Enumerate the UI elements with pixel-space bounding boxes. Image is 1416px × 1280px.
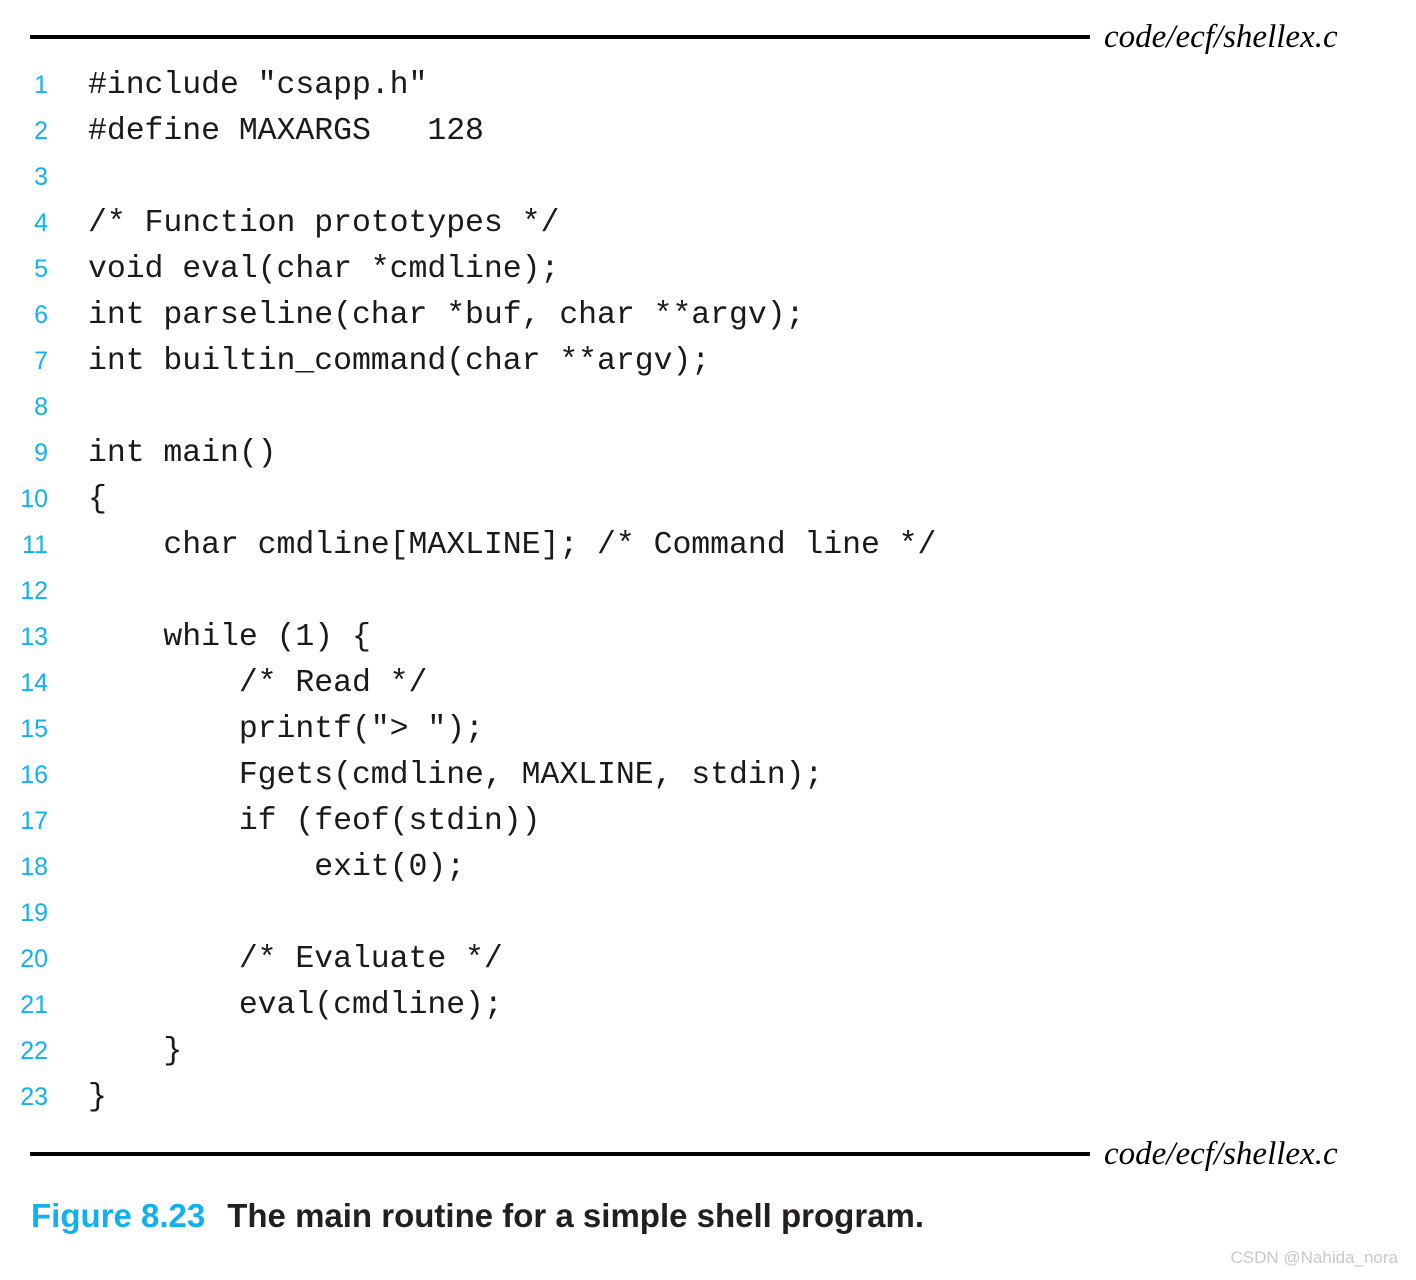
code-line-text: {: [88, 482, 107, 517]
code-line-text: /* Function prototypes */: [88, 206, 560, 241]
code-line-text: printf("> ");: [88, 712, 484, 747]
code-line-number: 12: [20, 577, 48, 605]
code-line: 15 printf("> ");: [0, 706, 1416, 752]
code-line-text: int builtin_command(char **argv);: [88, 344, 711, 379]
code-line-number: 10: [20, 485, 48, 513]
csdn-watermark: CSDN @Nahida_nora: [1230, 1248, 1398, 1267]
code-line-text: Fgets(cmdline, MAXLINE, stdin);: [88, 758, 824, 793]
code-line-number: 18: [20, 853, 48, 881]
code-line-text: #include "csapp.h": [88, 68, 428, 103]
code-line: 9 int main(): [0, 430, 1416, 476]
code-line: 12: [0, 568, 1416, 614]
code-line-number: 14: [20, 669, 48, 697]
code-line-text: }: [88, 1080, 107, 1115]
code-listing: 1 #include "csapp.h" 2 #define MAXARGS 128 3…: [0, 62, 1416, 1120]
code-line: 6 int parseline(char *buf, char **argv);: [0, 292, 1416, 338]
figure-caption: Figure 8.23 The main routine for a simpl…: [31, 1197, 924, 1235]
code-line-text: char cmdline[MAXLINE]; /* Command line *…: [88, 528, 937, 563]
code-line-text: /* Evaluate */: [88, 942, 503, 977]
footer-file-path: code/ecf/shellex.c: [1104, 1135, 1338, 1172]
code-line-number: 2: [34, 117, 48, 145]
code-line-number: 3: [34, 163, 48, 191]
code-line: 3: [0, 154, 1416, 200]
code-line: 23}: [0, 1074, 1416, 1120]
code-line: 17 if (feof(stdin)): [0, 798, 1416, 844]
code-line-number: 13: [20, 623, 48, 651]
code-line-number: 8: [34, 393, 48, 421]
footer-rule-line: [30, 1152, 1090, 1156]
code-line-text: }: [88, 1034, 183, 1069]
figure-caption-label: Figure 8.23: [31, 1197, 206, 1234]
code-line-text: exit(0);: [88, 850, 466, 885]
code-line-number: 19: [20, 899, 48, 927]
code-line-text: /* Read */: [88, 666, 428, 701]
code-line: 21 eval(cmdline);: [0, 982, 1416, 1028]
code-line: 16 Fgets(cmdline, MAXLINE, stdin);: [0, 752, 1416, 798]
code-line-number: 20: [20, 945, 48, 973]
code-line: 11 char cmdline[MAXLINE]; /* Command lin…: [0, 522, 1416, 568]
code-line: 10 {: [0, 476, 1416, 522]
code-line: 13 while (1) {: [0, 614, 1416, 660]
code-line-number: 15: [20, 715, 48, 743]
code-line: 18 exit(0);: [0, 844, 1416, 890]
code-line-number: 1: [34, 71, 48, 99]
code-line-text: if (feof(stdin)): [88, 804, 541, 839]
code-line: 19: [0, 890, 1416, 936]
code-line-text: while (1) {: [88, 620, 371, 655]
header-rule-line: [30, 35, 1090, 39]
code-line-text: #define MAXARGS 128: [88, 114, 484, 149]
code-line: 20 /* Evaluate */: [0, 936, 1416, 982]
code-line-number: 16: [20, 761, 48, 789]
code-line-number: 21: [20, 991, 48, 1019]
code-line-number: 9: [34, 439, 48, 467]
code-line-number: 5: [34, 255, 48, 283]
code-line-number: 4: [34, 209, 48, 237]
figure-footer-rule-row: code/ecf/shellex.c: [30, 1131, 1386, 1177]
code-figure: code/ecf/shellex.c 1 #include "csapp.h" 2 #…: [0, 0, 1416, 1280]
code-line: 22 }: [0, 1028, 1416, 1074]
code-line: 2 #define MAXARGS 128: [0, 108, 1416, 154]
code-line: 4 /* Function prototypes */: [0, 200, 1416, 246]
code-line-number: 22: [20, 1037, 48, 1065]
figure-caption-text: The main routine for a simple shell prog…: [227, 1197, 925, 1234]
code-line: 1 #include "csapp.h": [0, 62, 1416, 108]
code-line-number: 23: [20, 1083, 48, 1111]
code-line-text: int parseline(char *buf, char **argv);: [88, 298, 805, 333]
code-line-text: eval(cmdline);: [88, 988, 503, 1023]
code-line: 8: [0, 384, 1416, 430]
code-line-text: int main(): [88, 436, 277, 471]
code-line: 5 void eval(char *cmdline);: [0, 246, 1416, 292]
code-line: 14 /* Read */: [0, 660, 1416, 706]
figure-header-rule-row: code/ecf/shellex.c: [30, 14, 1386, 60]
code-line-number: 11: [22, 531, 48, 559]
code-line-number: 7: [34, 347, 48, 375]
code-line-text: void eval(char *cmdline);: [88, 252, 560, 287]
code-line-number: 17: [20, 807, 48, 835]
header-file-path: code/ecf/shellex.c: [1104, 18, 1338, 55]
code-line-number: 6: [34, 301, 48, 329]
code-line: 7 int builtin_command(char **argv);: [0, 338, 1416, 384]
